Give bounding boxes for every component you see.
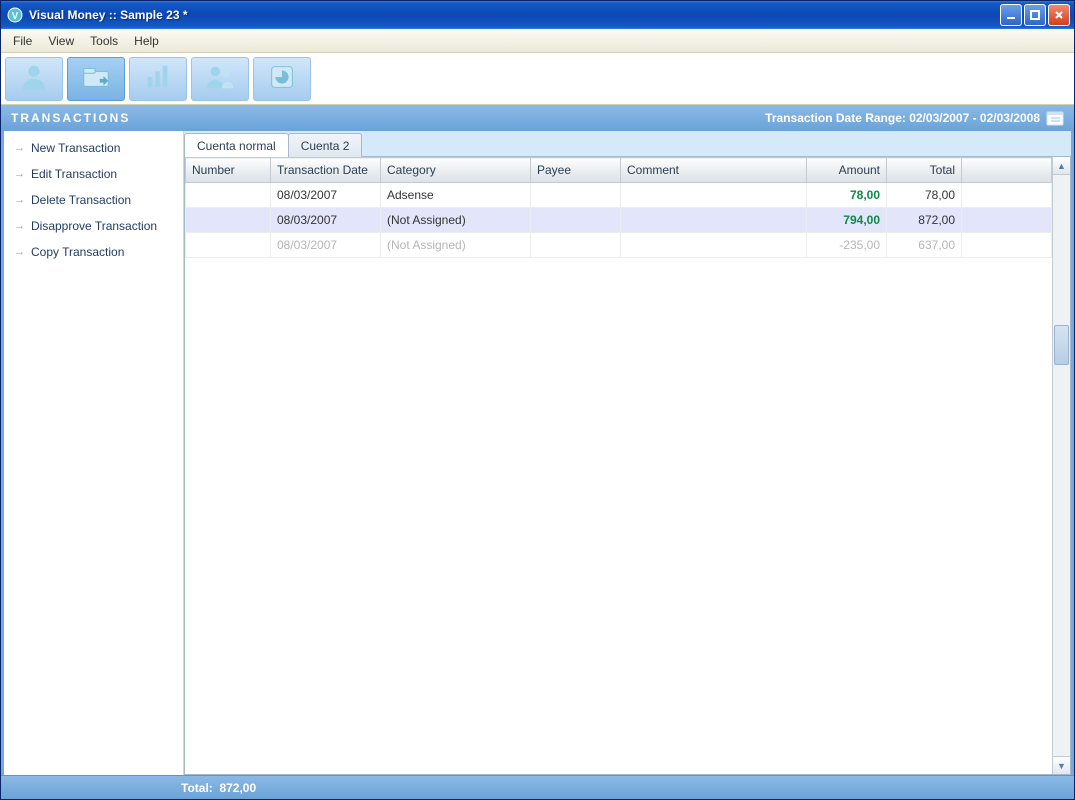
- cell: [186, 183, 271, 208]
- menu-tools[interactable]: Tools: [82, 31, 126, 51]
- menu-file[interactable]: File: [5, 31, 40, 51]
- vertical-scrollbar[interactable]: ▲ ▼: [1052, 157, 1070, 774]
- cell: [186, 233, 271, 258]
- body: → New Transaction → Edit Transaction → Dele…: [1, 131, 1074, 775]
- table-row[interactable]: 08/03/2007Adsense 78,0078,00: [186, 183, 1052, 208]
- status-bar: Total: 872,00: [1, 775, 1074, 799]
- arrow-icon: →: [14, 220, 25, 232]
- col-amount[interactable]: Amount: [807, 158, 887, 183]
- sidebar-item-delete-transaction[interactable]: → Delete Transaction: [4, 187, 183, 213]
- col-spacer: [962, 158, 1052, 183]
- arrow-icon: →: [14, 142, 25, 154]
- arrow-icon: →: [14, 168, 25, 180]
- col-number[interactable]: Number: [186, 158, 271, 183]
- arrow-icon: →: [14, 246, 25, 258]
- window-title: Visual Money :: Sample 23 *: [29, 8, 1000, 22]
- cell: 08/03/2007: [271, 183, 381, 208]
- tool-budget[interactable]: [253, 57, 311, 101]
- app-window: V Visual Money :: Sample 23 * File View …: [0, 0, 1075, 800]
- sidebar-item-label: Edit Transaction: [31, 167, 117, 181]
- scroll-track[interactable]: [1053, 175, 1070, 756]
- folder-icon: [81, 62, 111, 95]
- calendar-icon[interactable]: [1046, 110, 1064, 126]
- col-comment[interactable]: Comment: [621, 158, 807, 183]
- arrow-icon: →: [14, 194, 25, 206]
- cell-amount: 78,00: [807, 183, 887, 208]
- col-payee[interactable]: Payee: [531, 158, 621, 183]
- person-icon: [19, 62, 49, 95]
- section-header: TRANSACTIONS Transaction Date Range: 02/…: [1, 105, 1074, 131]
- pie-icon: [267, 62, 297, 95]
- sidebar-item-label: Disapprove Transaction: [31, 219, 157, 233]
- status-total-value: 872,00: [219, 781, 256, 795]
- cell: [531, 233, 621, 258]
- cell-spacer: [962, 183, 1052, 208]
- scroll-up-icon[interactable]: ▲: [1053, 157, 1070, 175]
- minimize-button[interactable]: [1000, 4, 1022, 26]
- table-row[interactable]: 08/03/2007(Not Assigned) 794,00872,00: [186, 208, 1052, 233]
- col-total[interactable]: Total: [887, 158, 962, 183]
- sidebar-item-label: Copy Transaction: [31, 245, 124, 259]
- cell-spacer: [962, 208, 1052, 233]
- tool-payees[interactable]: [191, 57, 249, 101]
- grid-header-row: Number Transaction Date Category Payee C…: [186, 158, 1052, 183]
- cell-total: 872,00: [887, 208, 962, 233]
- sidebar-item-label: Delete Transaction: [31, 193, 131, 207]
- chart-icon: [143, 62, 173, 95]
- cell: [621, 233, 807, 258]
- cell: [531, 208, 621, 233]
- sidebar-item-copy-transaction[interactable]: → Copy Transaction: [4, 239, 183, 265]
- cell-total: 78,00: [887, 183, 962, 208]
- sidebar-item-disapprove-transaction[interactable]: → Disapprove Transaction: [4, 213, 183, 239]
- tab-cuenta-2[interactable]: Cuenta 2: [288, 133, 363, 157]
- col-category[interactable]: Category: [381, 158, 531, 183]
- people-icon: [205, 62, 235, 95]
- tool-reports[interactable]: [129, 57, 187, 101]
- tab-cuenta-normal[interactable]: Cuenta normal: [184, 133, 289, 157]
- menu-view[interactable]: View: [40, 31, 82, 51]
- table-row[interactable]: 08/03/2007(Not Assigned) -235,00637,00: [186, 233, 1052, 258]
- cell: 08/03/2007: [271, 208, 381, 233]
- sidebar-item-new-transaction[interactable]: → New Transaction: [4, 135, 183, 161]
- cell-amount: 794,00: [807, 208, 887, 233]
- menu-help[interactable]: Help: [126, 31, 167, 51]
- scroll-thumb[interactable]: [1054, 325, 1069, 365]
- sidebar-item-label: New Transaction: [31, 141, 120, 155]
- cell-spacer: [962, 233, 1052, 258]
- cell: [621, 208, 807, 233]
- section-title: TRANSACTIONS: [11, 111, 765, 125]
- col-date[interactable]: Transaction Date: [271, 158, 381, 183]
- svg-text:V: V: [12, 11, 19, 22]
- status-total-label: Total:: [181, 781, 213, 795]
- tool-bar: [1, 53, 1074, 105]
- cell: (Not Assigned): [381, 208, 531, 233]
- transactions-grid[interactable]: Number Transaction Date Category Payee C…: [185, 157, 1052, 774]
- app-icon: V: [7, 7, 23, 23]
- sidebar: → New Transaction → Edit Transaction → Dele…: [4, 131, 184, 775]
- cell: [531, 183, 621, 208]
- cell: Adsense: [381, 183, 531, 208]
- menu-bar: File View Tools Help: [1, 29, 1074, 53]
- date-range-label: Transaction Date Range: 02/03/2007 - 02/…: [765, 111, 1040, 125]
- cell: 08/03/2007: [271, 233, 381, 258]
- close-button[interactable]: [1048, 4, 1070, 26]
- sidebar-item-edit-transaction[interactable]: → Edit Transaction: [4, 161, 183, 187]
- scroll-down-icon[interactable]: ▼: [1053, 756, 1070, 774]
- tool-accounts[interactable]: [5, 57, 63, 101]
- tab-strip: Cuenta normal Cuenta 2: [184, 131, 1071, 157]
- cell-amount: -235,00: [807, 233, 887, 258]
- title-bar[interactable]: V Visual Money :: Sample 23 *: [1, 1, 1074, 29]
- maximize-button[interactable]: [1024, 4, 1046, 26]
- cell: (Not Assigned): [381, 233, 531, 258]
- cell: [621, 183, 807, 208]
- cell: [186, 208, 271, 233]
- tool-transactions[interactable]: [67, 57, 125, 101]
- main-area: Cuenta normal Cuenta 2 Number Transactio…: [184, 131, 1071, 775]
- cell-total: 637,00: [887, 233, 962, 258]
